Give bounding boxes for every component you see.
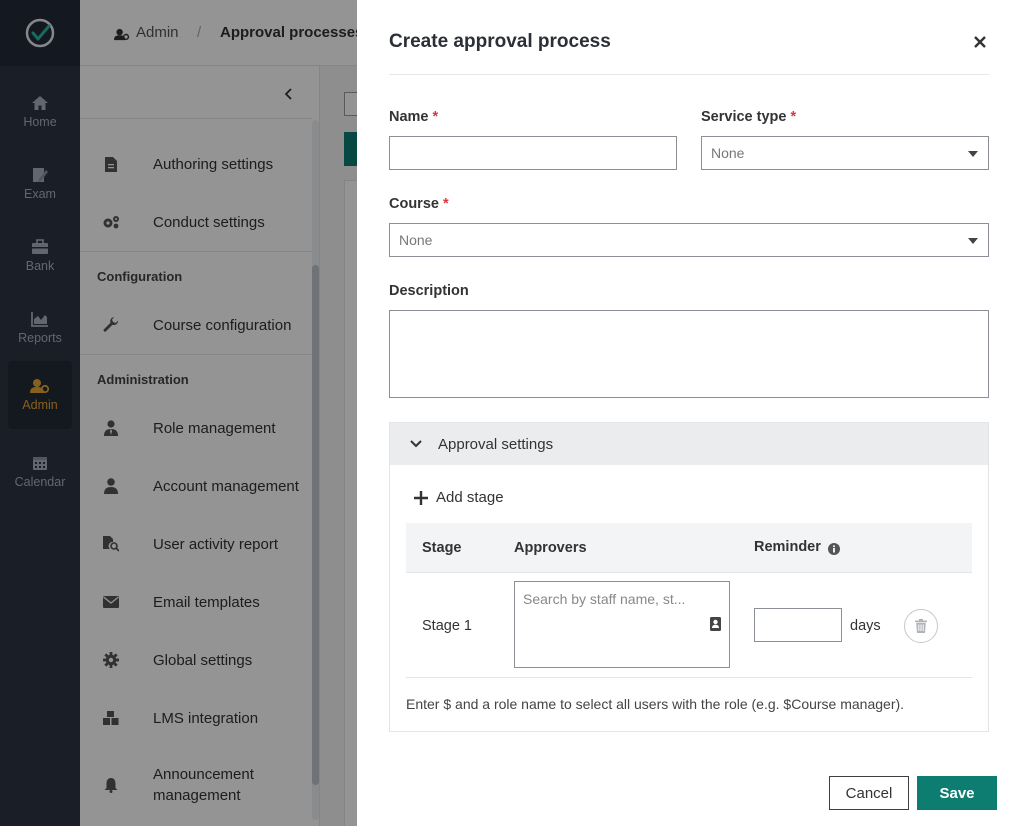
reminder-input[interactable] xyxy=(754,608,842,642)
table-row: Stage 1 Search by staff name, st... days xyxy=(406,573,972,678)
delete-stage-button[interactable] xyxy=(904,609,938,643)
approvers-search-input[interactable]: Search by staff name, st... xyxy=(514,581,730,668)
service-type-value: None xyxy=(711,145,745,161)
cancel-button[interactable]: Cancel xyxy=(829,776,909,810)
approval-settings-panel: Approval settings Add stage Stage Approv… xyxy=(389,422,989,732)
service-type-select[interactable]: None xyxy=(701,136,989,170)
close-button[interactable] xyxy=(969,31,991,53)
caret-down-icon xyxy=(968,238,978,244)
column-stage: Stage xyxy=(422,540,462,556)
course-value: None xyxy=(399,232,433,248)
description-label: Description xyxy=(389,283,469,299)
approval-settings-title: Approval settings xyxy=(438,435,554,453)
course-select[interactable]: None xyxy=(389,223,989,257)
header-divider xyxy=(389,74,989,75)
stage-name: Stage 1 xyxy=(422,618,472,634)
info-icon[interactable] xyxy=(828,543,840,555)
trash-icon xyxy=(915,619,927,633)
add-stage-button[interactable]: Add stage xyxy=(414,489,504,506)
service-type-label: Service type * xyxy=(701,109,797,125)
column-reminder: Reminder xyxy=(754,539,821,555)
create-approval-drawer: Create approval process Name * Service ty… xyxy=(357,0,1021,826)
approvers-hint: Enter $ and a role name to select all us… xyxy=(406,696,905,712)
approvers-placeholder: Search by staff name, st... xyxy=(523,591,686,607)
plus-icon xyxy=(414,490,428,505)
caret-down-icon xyxy=(968,151,978,157)
stages-table-header: Stage Approvers Reminder xyxy=(406,523,972,573)
reminder-unit: days xyxy=(850,618,881,634)
add-stage-label: Add stage xyxy=(436,489,504,506)
approval-settings-header[interactable]: Approval settings xyxy=(390,423,988,465)
name-label: Name * xyxy=(389,109,439,125)
close-icon xyxy=(974,36,986,48)
description-textarea[interactable] xyxy=(389,310,989,398)
drawer-title: Create approval process xyxy=(389,31,611,52)
save-button[interactable]: Save xyxy=(917,776,997,810)
course-label: Course * xyxy=(389,196,449,212)
name-input[interactable] xyxy=(389,136,677,170)
column-approvers: Approvers xyxy=(514,540,587,556)
chevron-down-icon xyxy=(410,440,422,448)
contact-card-icon[interactable] xyxy=(710,617,721,631)
